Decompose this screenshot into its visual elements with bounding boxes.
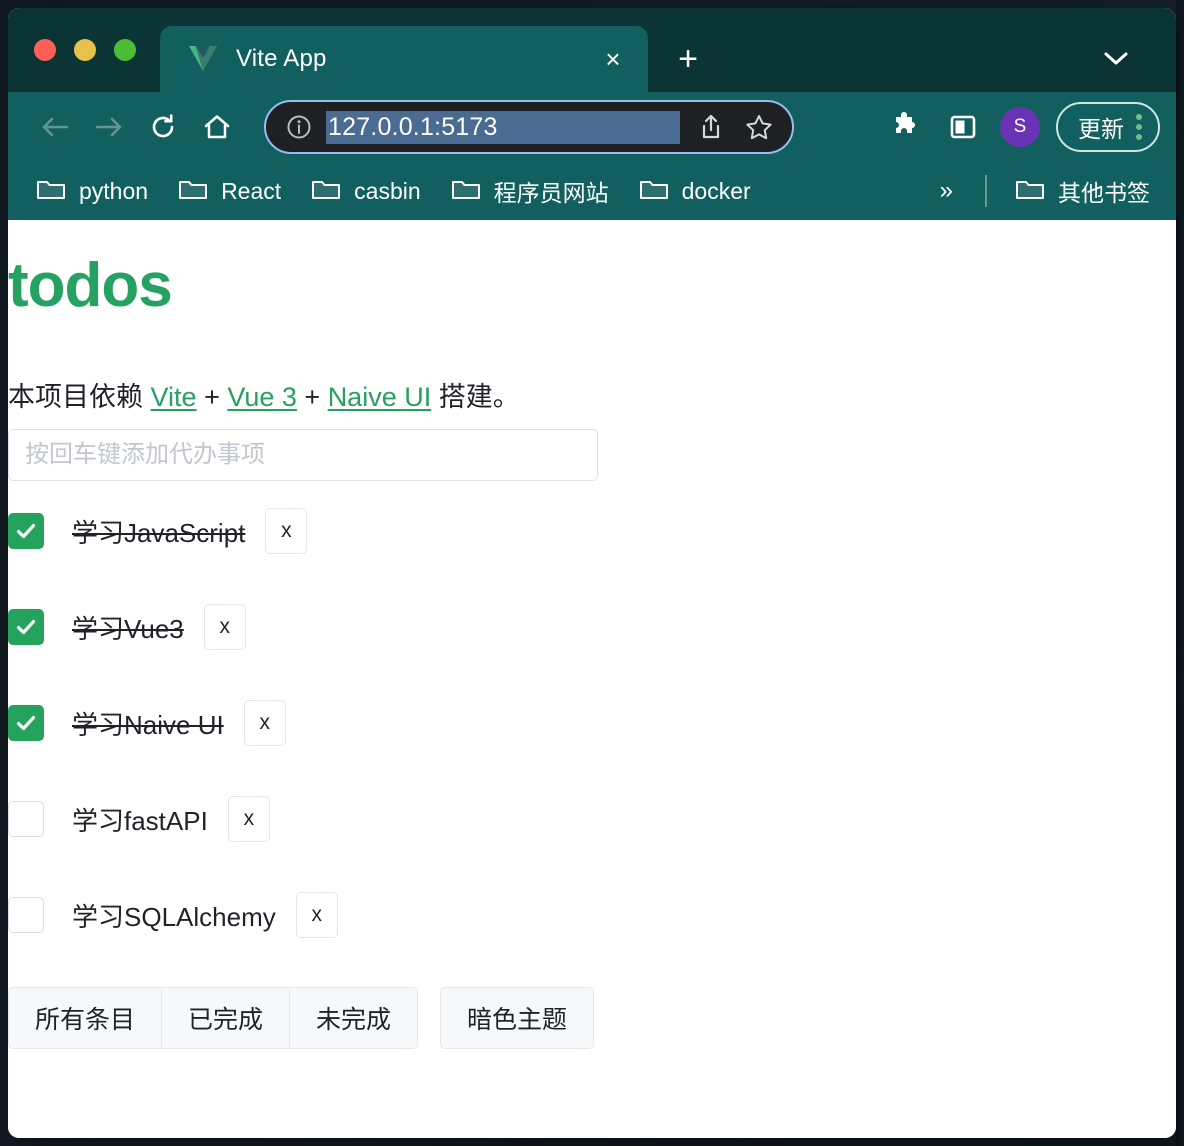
delete-todo-button[interactable]: x	[204, 604, 246, 650]
tab-title: Vite App	[236, 45, 596, 73]
delete-todo-button[interactable]: x	[296, 892, 338, 938]
filter-all-button[interactable]: 所有条目	[8, 987, 162, 1049]
vue-logo-icon	[186, 42, 220, 76]
todo-checkbox[interactable]	[8, 705, 44, 741]
address-bar[interactable]: 127.0.0.1:5173	[264, 100, 794, 154]
minimize-window-button[interactable]	[74, 39, 96, 61]
bookmark-programmer-sites[interactable]: 程序员网站	[439, 168, 621, 214]
page-title: todos	[8, 252, 1152, 320]
folder-icon	[639, 177, 669, 206]
kebab-menu-icon[interactable]	[1136, 114, 1142, 140]
bookmarks-overflow-button[interactable]: »	[924, 173, 969, 209]
new-todo-input[interactable]	[8, 429, 598, 481]
folder-icon	[451, 177, 481, 206]
todo-app: todos 本项目依赖 Vite + Vue 3 + Naive UI 搭建。 …	[8, 220, 1176, 1138]
star-icon[interactable]	[742, 110, 776, 144]
close-window-button[interactable]	[34, 39, 56, 61]
todo-label: 学习Vue3	[72, 609, 184, 646]
desc-suffix: 搭建。	[431, 382, 520, 412]
link-naive-ui[interactable]: Naive UI	[328, 382, 432, 412]
site-info-icon[interactable]	[284, 112, 314, 142]
bookmark-react[interactable]: React	[166, 171, 293, 212]
folder-icon	[311, 177, 341, 206]
todo-label: 学习Naive UI	[72, 705, 224, 742]
reload-icon[interactable]	[138, 102, 188, 152]
side-panel-icon[interactable]	[942, 106, 984, 148]
link-vite[interactable]: Vite	[151, 382, 197, 412]
todo-footer: 所有条目 已完成 未完成 暗色主题	[8, 987, 1152, 1049]
bookmark-other-bookmarks[interactable]: 其他书签	[1003, 168, 1162, 214]
window-right-edge	[1176, 0, 1184, 1146]
share-icon[interactable]	[694, 110, 728, 144]
delete-todo-button[interactable]: x	[244, 700, 286, 746]
bookmark-label: 程序员网站	[494, 174, 609, 208]
todo-checkbox[interactable]	[8, 897, 44, 933]
bookmark-label: React	[221, 178, 281, 205]
todo-label: 学习JavaScript	[72, 513, 245, 550]
bookmark-label: 其他书签	[1058, 174, 1150, 208]
new-tab-button[interactable]: +	[660, 26, 716, 92]
todo-list: 学习JavaScript x 学习Vue3 x	[8, 507, 1152, 939]
window-controls	[8, 8, 160, 92]
desc-plus-2: +	[297, 382, 328, 412]
close-icon[interactable]: ×	[596, 42, 630, 76]
todo-item: 学习Naive UI x	[8, 699, 1152, 747]
url-text[interactable]: 127.0.0.1:5173	[326, 111, 680, 144]
page-viewport: todos 本项目依赖 Vite + Vue 3 + Naive UI 搭建。 …	[8, 220, 1176, 1138]
bookmark-label: python	[79, 178, 148, 205]
bookmark-python[interactable]: python	[24, 171, 160, 212]
puzzle-icon[interactable]	[884, 106, 926, 148]
dark-theme-button[interactable]: 暗色主题	[440, 987, 594, 1049]
page-description: 本项目依赖 Vite + Vue 3 + Naive UI 搭建。	[8, 380, 1152, 415]
back-arrow-icon[interactable]	[30, 102, 80, 152]
update-label: 更新	[1078, 110, 1124, 144]
todo-item: 学习SQLAlchemy x	[8, 891, 1152, 939]
folder-icon	[36, 177, 66, 206]
todo-item: 学习fastAPI x	[8, 795, 1152, 843]
update-button[interactable]: 更新	[1056, 102, 1160, 152]
bookmarks-divider	[985, 175, 987, 207]
folder-icon	[1015, 177, 1045, 206]
bookmarks-bar: python React casbin	[8, 162, 1176, 220]
delete-todo-button[interactable]: x	[228, 796, 270, 842]
todo-item: 学习JavaScript x	[8, 507, 1152, 555]
browser-toolbar: 127.0.0.1:5173	[8, 92, 1176, 162]
folder-icon	[178, 177, 208, 206]
delete-todo-button[interactable]: x	[265, 508, 307, 554]
bookmark-label: docker	[682, 178, 751, 205]
bookmark-docker[interactable]: docker	[627, 171, 763, 212]
todo-label: 学习fastAPI	[72, 801, 208, 838]
filter-completed-button[interactable]: 已完成	[161, 987, 290, 1049]
todo-checkbox[interactable]	[8, 801, 44, 837]
tab-vite-app[interactable]: Vite App ×	[160, 26, 648, 92]
toolbar-right-group: S 更新	[874, 102, 1160, 152]
forward-arrow-icon[interactable]	[84, 102, 134, 152]
bookmark-label: casbin	[354, 178, 420, 205]
chevron-down-icon[interactable]	[1086, 26, 1146, 92]
desc-plus-1: +	[197, 382, 228, 412]
desc-prefix: 本项目依赖	[8, 382, 151, 412]
tab-strip: Vite App × +	[8, 8, 1176, 92]
maximize-window-button[interactable]	[114, 39, 136, 61]
bookmark-casbin[interactable]: casbin	[299, 171, 432, 212]
filter-active-button[interactable]: 未完成	[289, 987, 418, 1049]
filter-button-group: 所有条目 已完成 未完成	[8, 987, 418, 1049]
avatar[interactable]: S	[1000, 107, 1040, 147]
link-vue3[interactable]: Vue 3	[227, 382, 297, 412]
todo-checkbox[interactable]	[8, 513, 44, 549]
todo-label: 学习SQLAlchemy	[72, 897, 276, 934]
todo-checkbox[interactable]	[8, 609, 44, 645]
todo-item: 学习Vue3 x	[8, 603, 1152, 651]
browser-window: Vite App × +	[8, 8, 1176, 1138]
home-icon[interactable]	[192, 102, 242, 152]
window-left-edge	[0, 0, 8, 1146]
